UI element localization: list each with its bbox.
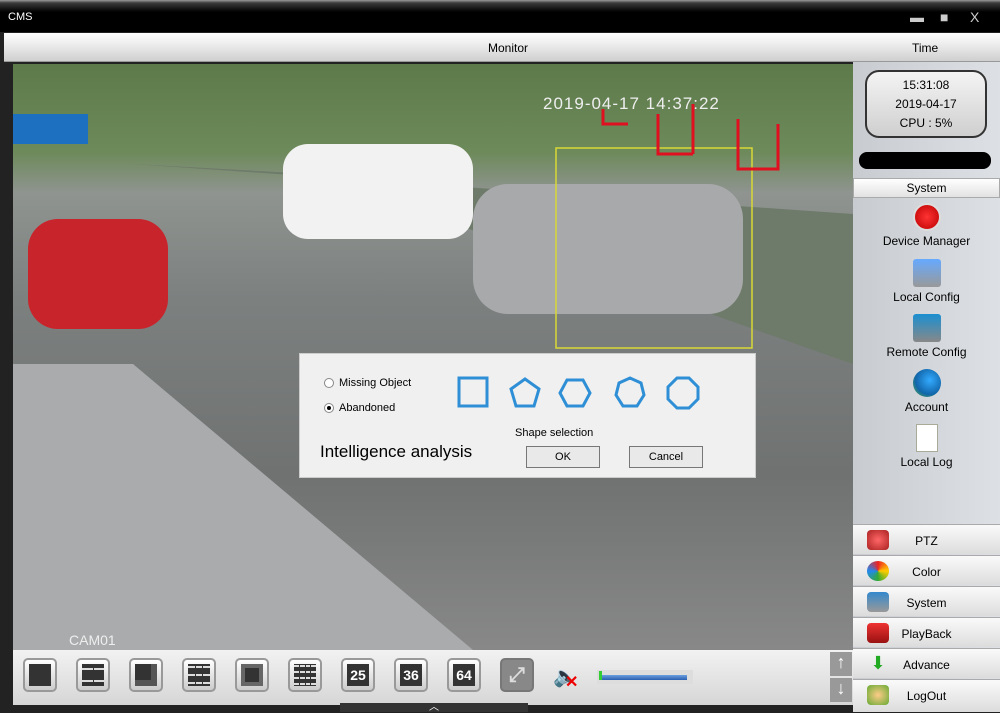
layout-25-label: 25 bbox=[347, 664, 369, 686]
radio-missing[interactable] bbox=[324, 378, 334, 388]
fullscreen-button[interactable]: ⤢ bbox=[500, 658, 534, 692]
nav-playback[interactable]: PlayBack bbox=[853, 617, 1000, 647]
fullscreen-arrows-icon: ⤢ bbox=[506, 664, 528, 686]
layout-9-button[interactable] bbox=[182, 658, 216, 692]
monitor-label: Monitor bbox=[488, 41, 529, 55]
layout-1-button[interactable] bbox=[23, 658, 57, 692]
shape-selection-label: Shape selection bbox=[515, 427, 594, 439]
status-bar bbox=[859, 152, 991, 169]
nav-advance-label: Advance bbox=[903, 658, 950, 672]
cpu-usage: CPU : 5% bbox=[899, 116, 953, 130]
local-config-label: Local Config bbox=[893, 290, 960, 304]
nav-advance[interactable]: ⬇ Advance bbox=[853, 648, 1000, 678]
layout-64-button[interactable]: 64 bbox=[447, 658, 481, 692]
pentagon-shape-icon[interactable] bbox=[508, 376, 542, 410]
maximize-button[interactable]: ■ bbox=[940, 9, 948, 25]
nav-system[interactable]: System bbox=[853, 586, 1000, 616]
layout-16-icon bbox=[294, 664, 316, 686]
layout-1-icon bbox=[29, 664, 51, 686]
nav-logout-label: LogOut bbox=[906, 689, 947, 703]
device-manager-label: Device Manager bbox=[882, 234, 971, 248]
collapse-toolbar-handle[interactable]: ︿ bbox=[340, 703, 528, 713]
cancel-button[interactable]: Cancel bbox=[629, 446, 703, 468]
dialog-title: Intelligence analysis bbox=[320, 442, 473, 461]
volume-thumb[interactable] bbox=[599, 671, 602, 680]
abandoned-radio[interactable]: Abandoned bbox=[324, 402, 395, 414]
device-manager-icon bbox=[912, 203, 941, 231]
local-log-icon bbox=[915, 424, 938, 452]
intelligence-analysis-dialog: Missing Object Abandoned Shape selection… bbox=[299, 353, 756, 478]
device-manager-button[interactable]: Device Manager bbox=[853, 203, 1000, 248]
layout-6-button[interactable] bbox=[129, 658, 163, 692]
layout-6-icon bbox=[135, 664, 157, 686]
layout-4-button[interactable] bbox=[76, 658, 110, 692]
remote-config-icon bbox=[912, 314, 941, 342]
local-log-label: Local Log bbox=[900, 455, 953, 469]
square-shape-icon[interactable] bbox=[457, 376, 491, 410]
hexagon-shape-icon[interactable] bbox=[558, 376, 592, 410]
system-heading: System bbox=[853, 178, 1000, 198]
scroll-up-button[interactable]: ↑ bbox=[830, 652, 852, 676]
clock-time: 15:31:08 bbox=[902, 78, 950, 92]
remote-config-label: Remote Config bbox=[886, 345, 967, 359]
layout-64-label: 64 bbox=[453, 664, 475, 686]
video-timestamp: 2019-04-17 14:37:22 bbox=[543, 94, 720, 113]
local-config-button[interactable]: Local Config bbox=[853, 259, 1000, 304]
nav-ptz-label: PTZ bbox=[915, 534, 938, 548]
nav-system-label: System bbox=[906, 596, 947, 610]
missing-object-label: Missing Object bbox=[339, 377, 412, 389]
nav-ptz[interactable]: PTZ bbox=[853, 524, 1000, 554]
abandoned-label: Abandoned bbox=[339, 402, 396, 414]
clock-date: 2019-04-17 bbox=[895, 97, 957, 111]
close-button[interactable]: X bbox=[970, 9, 979, 25]
heptagon-shape-icon[interactable] bbox=[613, 376, 647, 410]
local-config-icon bbox=[912, 259, 941, 287]
layout-8-button[interactable] bbox=[235, 658, 269, 692]
mute-speaker-icon[interactable]: 🔈 ✕ bbox=[553, 664, 581, 692]
ok-button[interactable]: OK bbox=[526, 446, 600, 468]
radio-abandoned[interactable] bbox=[324, 403, 334, 413]
volume-track bbox=[599, 675, 687, 680]
layout-25-button[interactable]: 25 bbox=[341, 658, 375, 692]
missing-object-radio[interactable]: Missing Object bbox=[324, 377, 411, 389]
header-bar: Monitor Time bbox=[4, 33, 1000, 62]
nav-playback-label: PlayBack bbox=[901, 627, 952, 641]
scroll-down-button[interactable]: ↓ bbox=[830, 678, 852, 702]
right-panel: 15:31:08 2019-04-17 CPU : 5% System Devi… bbox=[853, 62, 1000, 712]
layout-9-icon bbox=[188, 664, 210, 686]
account-icon bbox=[912, 369, 941, 397]
nav-color[interactable]: Color bbox=[853, 555, 1000, 585]
volume-slider[interactable] bbox=[597, 670, 693, 684]
account-label: Account bbox=[904, 400, 949, 414]
local-log-button[interactable]: Local Log bbox=[853, 424, 1000, 469]
remote-config-button[interactable]: Remote Config bbox=[853, 314, 1000, 359]
layout-16-button[interactable] bbox=[288, 658, 322, 692]
title-bar: CMS ▬ ■ X bbox=[0, 0, 1000, 32]
layout-4-icon bbox=[82, 664, 104, 686]
nav-color-label: Color bbox=[912, 565, 941, 579]
window-title: CMS bbox=[8, 11, 33, 23]
layout-36-button[interactable]: 36 bbox=[394, 658, 428, 692]
layout-36-label: 36 bbox=[400, 664, 422, 686]
channel-label: CAM01 bbox=[69, 632, 116, 648]
clock-panel: 15:31:08 2019-04-17 CPU : 5% bbox=[865, 70, 987, 138]
time-label: Time bbox=[912, 41, 939, 55]
layout-8-icon bbox=[241, 664, 263, 686]
nav-logout[interactable]: LogOut bbox=[853, 679, 1000, 712]
octagon-shape-icon[interactable] bbox=[666, 376, 700, 410]
bottom-toolbar: 25 36 64 ⤢ 🔈 ✕ ↑ ↓ bbox=[13, 650, 853, 705]
account-button[interactable]: Account bbox=[853, 369, 1000, 414]
minimize-button[interactable]: ▬ bbox=[910, 9, 924, 25]
